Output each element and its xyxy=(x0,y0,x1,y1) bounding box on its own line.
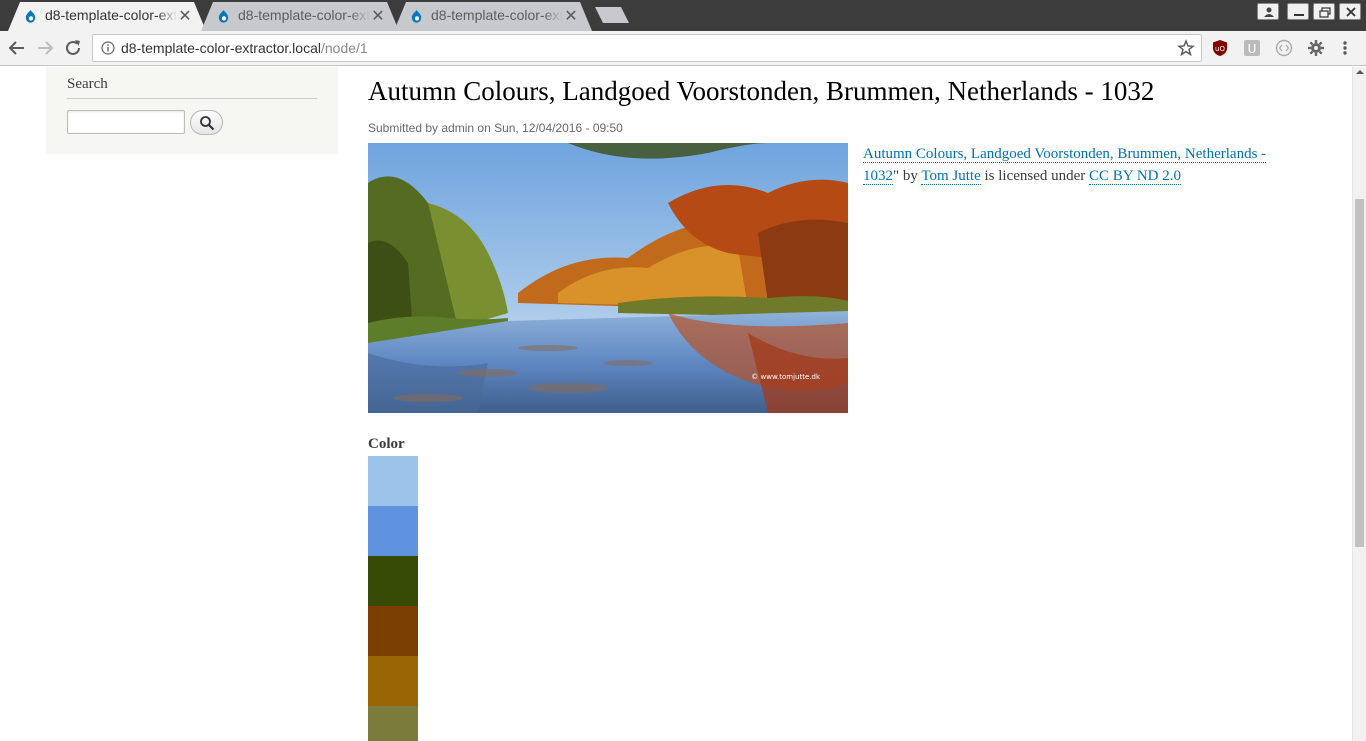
drupal-favicon-icon xyxy=(411,9,422,23)
search-heading: Search xyxy=(67,76,317,99)
image-watermark: © www.tomjutte.dk xyxy=(751,373,821,381)
code-extension-icon[interactable] xyxy=(1275,39,1293,57)
new-tab-button[interactable] xyxy=(594,7,630,23)
color-swatch xyxy=(368,606,418,656)
back-icon[interactable] xyxy=(6,37,28,59)
tab-1[interactable]: d8-template-color-extractor.local ✕ xyxy=(8,2,206,31)
color-field-label: Color xyxy=(368,436,405,452)
close-tab-icon[interactable]: ✕ xyxy=(178,8,192,24)
color-swatch-list xyxy=(368,456,418,741)
image-attribution: Autumn Colours, Landgoed Voorstonden, Br… xyxy=(863,143,1283,187)
close-tab-icon[interactable]: ✕ xyxy=(371,8,385,24)
attribution-by-text: " by xyxy=(893,168,922,184)
restore-icon[interactable] xyxy=(1313,3,1335,20)
tab-3[interactable]: d8-template-color-extractor.local ✕ xyxy=(394,2,592,31)
scroll-up-arrow-icon[interactable] xyxy=(1356,70,1364,74)
reload-icon[interactable] xyxy=(62,37,84,59)
drupal-favicon-icon xyxy=(25,9,36,23)
color-swatch xyxy=(368,506,418,556)
tab-title: d8-template-color-extractor.local xyxy=(238,7,370,25)
page-scrollbar[interactable] xyxy=(1352,67,1366,741)
tab-title: d8-template-color-extractor.local xyxy=(431,7,563,25)
close-window-icon[interactable] xyxy=(1339,3,1361,20)
tab-strip: d8-template-color-extractor.local ✕ d8-t… xyxy=(0,0,1366,31)
sidebar-search-block: Search xyxy=(46,67,338,154)
close-tab-icon[interactable]: ✕ xyxy=(564,8,578,24)
ublock-icon[interactable]: uO xyxy=(1211,39,1229,57)
autumn-landscape-image: © www.tomjutte.dk xyxy=(368,143,848,413)
minimize-icon[interactable] xyxy=(1287,3,1309,20)
forward-icon[interactable] xyxy=(34,37,56,59)
browser-toolbar: d8-template-color-extractor.local/node/1… xyxy=(0,31,1366,66)
license-link[interactable]: CC BY ND 2.0 xyxy=(1089,168,1182,185)
svg-text:uO: uO xyxy=(1215,45,1225,53)
tab-title: d8-template-color-extractor.local xyxy=(45,7,177,25)
submitted-info: Submitted by admin on Sun, 12/04/2016 - … xyxy=(368,121,623,135)
info-icon[interactable] xyxy=(101,41,115,55)
search-input[interactable] xyxy=(67,110,185,134)
menu-icon[interactable] xyxy=(1340,39,1350,57)
url-host: d8-template-color-extractor.local xyxy=(121,40,321,56)
color-swatch xyxy=(368,656,418,706)
drupal-favicon-icon xyxy=(218,9,229,23)
url-path: /node/1 xyxy=(320,40,368,56)
svg-text:U: U xyxy=(1248,42,1257,56)
address-bar[interactable]: d8-template-color-extractor.local/node/1 xyxy=(92,34,1202,62)
search-button[interactable] xyxy=(190,110,223,135)
tab-2[interactable]: d8-template-color-extractor.local ✕ xyxy=(201,2,399,31)
page-title: Autumn Colours, Landgoed Voorstonden, Br… xyxy=(368,76,1155,106)
scrollbar-thumb[interactable] xyxy=(1355,199,1364,547)
u-extension-icon[interactable]: U xyxy=(1243,39,1261,57)
settings-extension-icon[interactable] xyxy=(1307,39,1325,57)
attribution-licensed-text: is licensed under xyxy=(980,168,1090,184)
color-swatch xyxy=(368,456,418,506)
author-link[interactable]: Tom Jutte xyxy=(921,168,981,185)
profile-icon[interactable] xyxy=(1257,3,1279,20)
page-content: Search Autumn Colours, Landgoed Voorston… xyxy=(0,67,1352,741)
node-image[interactable]: © www.tomjutte.dk xyxy=(368,143,848,413)
color-swatch xyxy=(368,556,418,606)
url-text: d8-template-color-extractor.local/node/1 xyxy=(121,40,368,56)
color-swatch xyxy=(368,706,418,741)
star-icon[interactable] xyxy=(1177,39,1195,57)
search-icon xyxy=(200,116,215,131)
